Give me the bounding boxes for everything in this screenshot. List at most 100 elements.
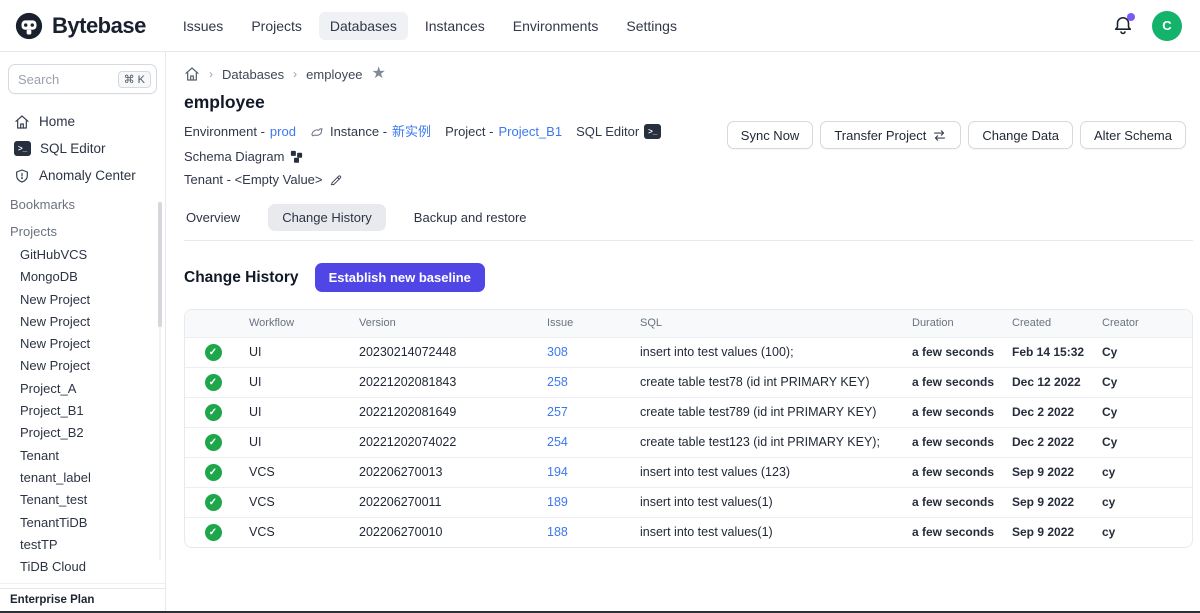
tab-backup-and-restore[interactable]: Backup and restore — [412, 204, 529, 231]
environment-link[interactable]: prod — [270, 121, 296, 142]
duration-cell: a few seconds — [904, 487, 1004, 517]
sync-now-button[interactable]: Sync Now — [727, 121, 814, 149]
establish-baseline-button[interactable]: Establish new baseline — [315, 263, 485, 292]
sidebar-item-label: Anomaly Center — [39, 168, 136, 183]
search-placeholder: Search — [18, 72, 118, 87]
nav-item-instances[interactable]: Instances — [414, 12, 496, 40]
status-cell: ✓ — [185, 457, 241, 487]
user-avatar[interactable]: C — [1152, 11, 1182, 41]
database-meta: Environment - prod Instance - 新实例 Projec… — [184, 121, 727, 190]
bytebase-logo-icon — [14, 11, 44, 41]
sidebar-project-tenanttidb-12[interactable]: TenantTiDB — [0, 511, 165, 533]
issue-cell: 257 — [539, 397, 632, 427]
success-check-icon: ✓ — [205, 404, 222, 421]
sidebar-scrollbar-thumb[interactable] — [158, 202, 162, 327]
brand-name: Bytebase — [52, 13, 146, 39]
status-cell: ✓ — [185, 397, 241, 427]
sql-cell: insert into test values(1) — [632, 517, 904, 547]
home-icon — [14, 114, 30, 130]
alter-schema-button[interactable]: Alter Schema — [1080, 121, 1186, 149]
issue-cell: 258 — [539, 367, 632, 397]
main-nav: IssuesProjectsDatabasesInstancesEnvironm… — [172, 12, 688, 40]
column-header-duration: Duration — [904, 310, 1004, 337]
sql-cell: insert into test values (100); — [632, 337, 904, 367]
issue-link[interactable]: 189 — [547, 495, 568, 509]
sidebar-project-new-project-3[interactable]: New Project — [0, 310, 165, 332]
workflow-cell: UI — [241, 337, 351, 367]
issue-cell: 308 — [539, 337, 632, 367]
created-cell: Feb 14 15:32 — [1004, 337, 1094, 367]
table-row: ✓VCS202206270013194insert into test valu… — [185, 457, 1192, 487]
issue-link[interactable]: 257 — [547, 405, 568, 419]
sql-editor-icon[interactable]: >_ — [644, 124, 661, 139]
bookmarks-section-label: Bookmarks — [0, 189, 165, 216]
issue-link[interactable]: 254 — [547, 435, 568, 449]
creator-cell: Cy — [1094, 367, 1192, 397]
nav-item-settings[interactable]: Settings — [615, 12, 688, 40]
schema-diagram-icon[interactable] — [289, 149, 304, 164]
nav-item-databases[interactable]: Databases — [319, 12, 408, 40]
section-title: Change History — [184, 269, 299, 287]
tab-overview[interactable]: Overview — [184, 204, 242, 231]
notification-dot — [1127, 13, 1135, 21]
success-check-icon: ✓ — [205, 524, 222, 541]
edit-pencil-icon[interactable] — [329, 173, 343, 187]
column-header-issue: Issue — [539, 310, 632, 337]
transfer-project-button[interactable]: Transfer Project — [820, 121, 961, 149]
sidebar-project-new-project-4[interactable]: New Project — [0, 332, 165, 354]
instance-link[interactable]: 新实例 — [392, 121, 431, 142]
sql-cell: create table test78 (id int PRIMARY KEY) — [632, 367, 904, 397]
success-check-icon: ✓ — [205, 344, 222, 361]
creator-cell: cy — [1094, 487, 1192, 517]
sidebar: Search ⌘ K Home >_ SQL Editor Anomaly Ce… — [0, 52, 166, 613]
sidebar-project-githubvcs-0[interactable]: GitHubVCS — [0, 243, 165, 265]
issue-link[interactable]: 194 — [547, 465, 568, 479]
breadcrumb-employee[interactable]: employee — [306, 67, 362, 82]
duration-cell: a few seconds — [904, 517, 1004, 547]
column-header-created: Created — [1004, 310, 1094, 337]
project-link[interactable]: Project_B1 — [498, 121, 562, 142]
issue-link[interactable]: 308 — [547, 345, 568, 359]
table-row: ✓UI20221202081843258create table test78 … — [185, 367, 1192, 397]
created-cell: Sep 9 2022 — [1004, 517, 1094, 547]
created-cell: Dec 2 2022 — [1004, 397, 1094, 427]
sidebar-project-tenant-label-10[interactable]: tenant_label — [0, 466, 165, 488]
sidebar-project-new-project-2[interactable]: New Project — [0, 288, 165, 310]
sidebar-project-tenant-test-11[interactable]: Tenant_test — [0, 488, 165, 510]
breadcrumb-home-icon[interactable] — [184, 66, 200, 82]
nav-item-issues[interactable]: Issues — [172, 12, 234, 40]
workflow-cell: VCS — [241, 487, 351, 517]
sidebar-project-testtp-13[interactable]: testTP — [0, 533, 165, 555]
database-engine-icon — [310, 124, 325, 139]
status-cell: ✓ — [185, 427, 241, 457]
success-check-icon: ✓ — [205, 494, 222, 511]
change-history-table: WorkflowVersionIssueSQLDurationCreatedCr… — [184, 309, 1193, 548]
sidebar-item-home[interactable]: Home — [0, 108, 165, 135]
projects-list: GitHubVCSMongoDBNew ProjectNew ProjectNe… — [0, 243, 165, 577]
change-data-button[interactable]: Change Data — [968, 121, 1073, 149]
sidebar-item-anomaly-center[interactable]: Anomaly Center — [0, 162, 165, 189]
column-header-sql: SQL — [632, 310, 904, 337]
environment-label: Environment - — [184, 121, 265, 142]
nav-item-environments[interactable]: Environments — [502, 12, 610, 40]
issue-link[interactable]: 258 — [547, 375, 568, 389]
search-input[interactable]: Search ⌘ K — [8, 64, 157, 94]
sidebar-item-sql-editor[interactable]: >_ SQL Editor — [0, 135, 165, 162]
sidebar-project-project-b2-8[interactable]: Project_B2 — [0, 421, 165, 443]
favorite-star-icon[interactable]: ★ — [372, 66, 386, 82]
sidebar-project-project-b1-7[interactable]: Project_B1 — [0, 399, 165, 421]
sidebar-project-mongodb-1[interactable]: MongoDB — [0, 265, 165, 287]
button-label: Sync Now — [741, 128, 800, 143]
bytebase-logo[interactable]: Bytebase — [14, 11, 146, 41]
tab-change-history[interactable]: Change History — [268, 204, 386, 231]
column-header-status — [185, 310, 241, 337]
sidebar-project-tenant-9[interactable]: Tenant — [0, 444, 165, 466]
sidebar-project-tidb-cloud-14[interactable]: TiDB Cloud — [0, 555, 165, 577]
success-check-icon: ✓ — [205, 374, 222, 391]
notifications-button[interactable] — [1112, 15, 1134, 37]
breadcrumb-databases[interactable]: Databases — [222, 67, 284, 82]
issue-link[interactable]: 188 — [547, 525, 568, 539]
sidebar-project-new-project-5[interactable]: New Project — [0, 354, 165, 376]
nav-item-projects[interactable]: Projects — [240, 12, 313, 40]
sidebar-project-project-a-6[interactable]: Project_A — [0, 377, 165, 399]
